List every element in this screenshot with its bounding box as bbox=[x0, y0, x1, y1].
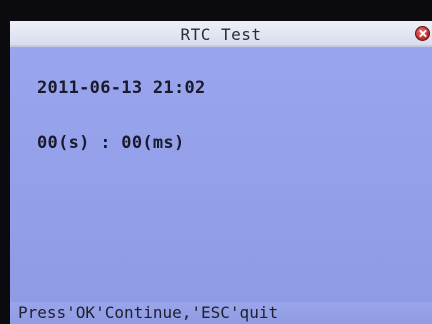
rtc-timer: 00(s) : 00(ms) bbox=[37, 133, 185, 153]
lcd-screen: RTC Test 2011-06-13 21:02 00(s) : 00(ms)… bbox=[10, 21, 432, 324]
close-icon[interactable] bbox=[415, 26, 430, 41]
status-hint: Press'OK'Continue,'ESC'quit bbox=[18, 303, 279, 322]
rtc-datetime: 2011-06-13 21:02 bbox=[37, 78, 206, 98]
device-bezel: RTC Test 2011-06-13 21:02 00(s) : 00(ms)… bbox=[0, 0, 432, 324]
title-bar: RTC Test bbox=[10, 21, 432, 47]
status-bar: Press'OK'Continue,'ESC'quit bbox=[10, 302, 432, 324]
window-title: RTC Test bbox=[180, 25, 262, 44]
